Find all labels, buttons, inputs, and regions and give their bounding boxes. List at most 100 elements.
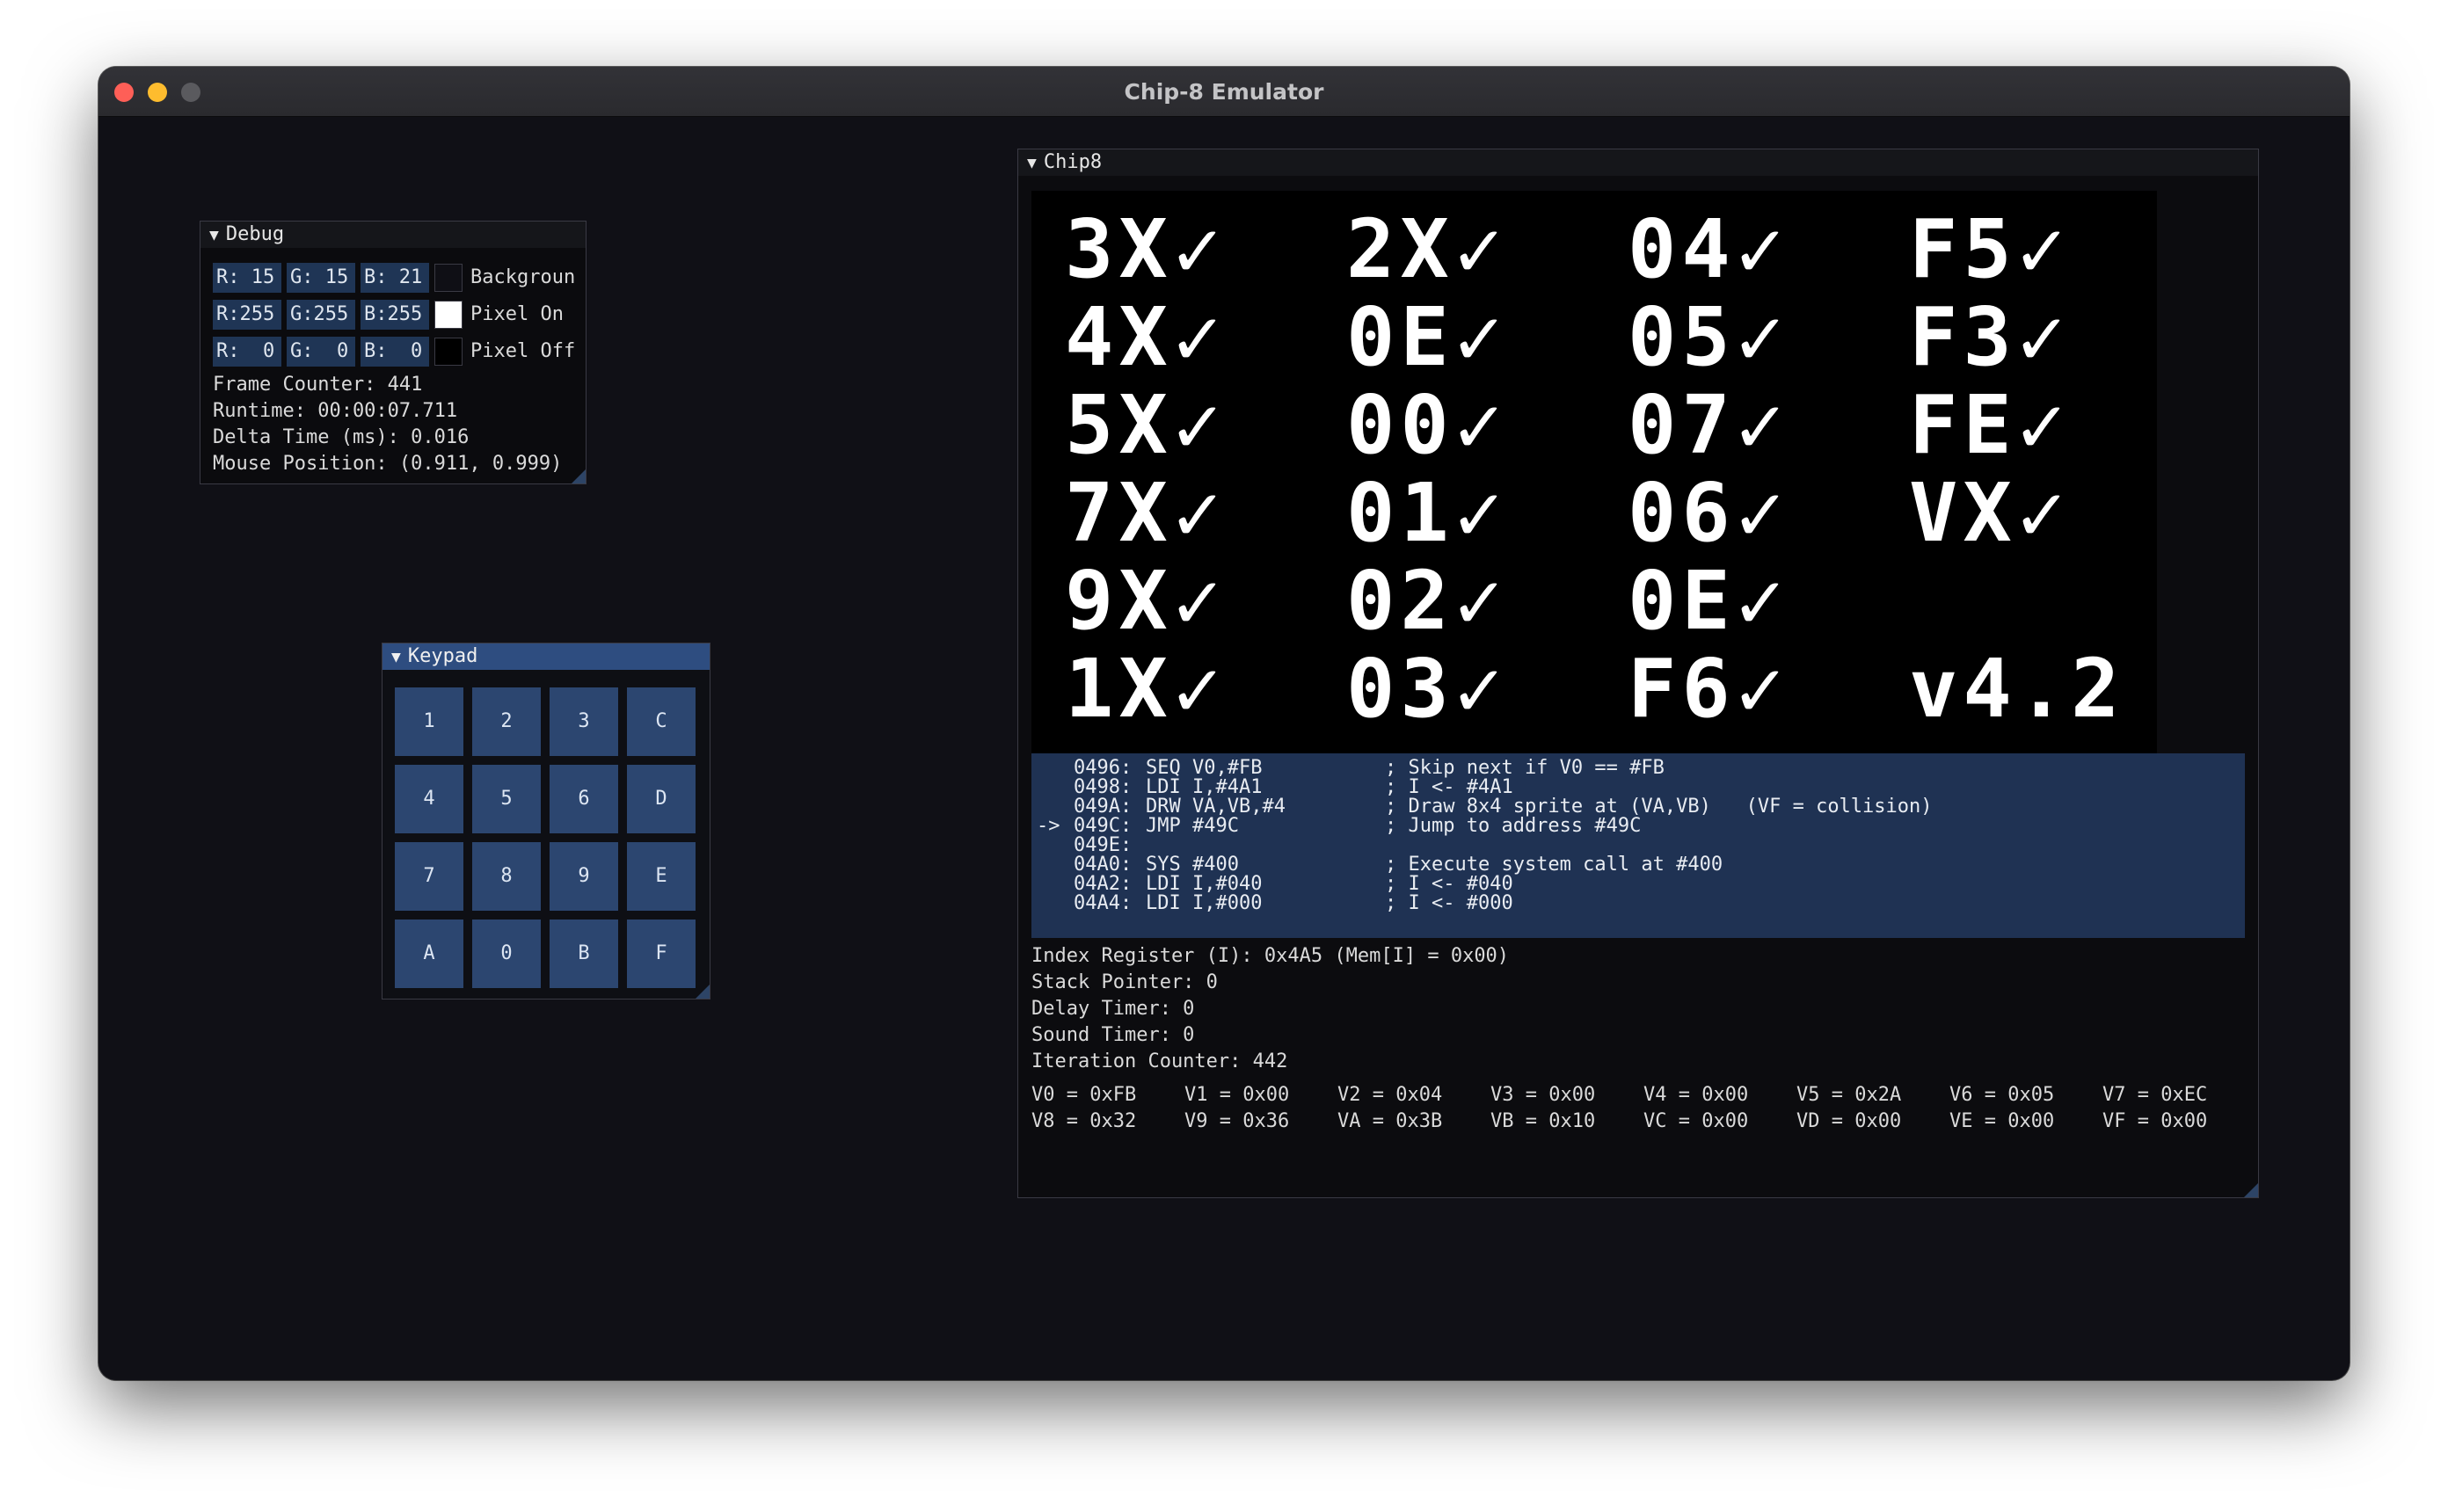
disassembly-pc-marker: -> [1037,815,1060,837]
disassembly-address: 049C: [1074,815,1133,837]
keypad-key-0[interactable]: 0 [472,920,541,988]
debug-panel-header[interactable]: ▼ Debug [200,222,586,248]
keypad-key-a[interactable]: A [395,920,463,988]
iteration-counter: Iteration Counter: 442 [1031,1050,1288,1072]
pixel-off-red-field[interactable]: R: 0 [213,337,281,367]
chip8-display[interactable]: 3X✓ 2X✓ 04✓ F5✓ 4X✓ 0E✓ 05✓ F3✓ 5X✓ 00✓ 07✓ FE✓ 7X✓ 0… [1031,191,2157,753]
pixel-off-blue-field[interactable]: B: 0 [361,337,429,367]
pixel-off-color-swatch[interactable] [434,338,463,366]
display-text: 00✓ [1346,378,1508,472]
debug-resize-grip[interactable] [572,469,586,483]
background-color-label: Backgroun [470,266,576,288]
display-text: 01✓ [1346,466,1508,560]
disassembly-address: 04A0: [1074,854,1133,876]
background-blue-field[interactable]: B: 21 [361,263,429,293]
chip8-panel-header[interactable]: ▼ Chip8 [1018,149,2258,176]
keypad-key-d[interactable]: D [627,765,696,833]
keypad-key-3[interactable]: 3 [550,687,618,756]
disassembly-instruction: DRW VA,VB,#4 [1146,796,1286,818]
disassembly-address: 049A: [1074,796,1133,818]
keypad-key-2[interactable]: 2 [472,687,541,756]
disassembly-comment: ; I <- #040 [1385,873,1513,895]
collapse-arrow-icon[interactable]: ▼ [1027,154,1037,172]
keypad-panel: ▼ Keypad 123C 456D 789E A0BF [382,643,710,1000]
delay-timer: Delay Timer: 0 [1031,998,1195,1020]
collapse-arrow-icon[interactable]: ▼ [391,648,401,666]
register-vd: VD = 0x00 [1796,1110,1902,1132]
background-red-field[interactable]: R: 15 [213,263,281,293]
pixel-on-green-field[interactable]: G:255 [287,300,355,330]
display-text: F3✓ [1909,290,2071,384]
disassembly-instruction: LDI I,#4A1 [1146,776,1263,798]
disassembly-address: 049E: [1074,834,1133,856]
display-text: 0E✓ [1628,554,1789,648]
display-text: 06✓ [1628,466,1789,560]
disassembly-instruction: LDI I,#000 [1146,892,1263,914]
display-text: 04✓ [1628,202,1789,296]
display-text: 05✓ [1628,290,1789,384]
index-register: Index Register (I): 0x4A5 (Mem[I] = 0x00… [1031,945,1510,967]
keypad-key-f[interactable]: F [627,920,696,988]
keypad-key-9[interactable]: 9 [550,842,618,911]
keypad-key-8[interactable]: 8 [472,842,541,911]
delta-time: Delta Time (ms): 0.016 [213,426,470,448]
pixel-on-blue-field[interactable]: B:255 [361,300,429,330]
pixel-on-color-label: Pixel On [470,303,564,325]
keypad-resize-grip[interactable] [696,985,710,999]
frame-counter: Frame Counter: 441 [213,374,423,396]
display-text: 02✓ [1346,554,1508,648]
disassembly-instruction: SYS #400 [1146,854,1239,876]
keypad-panel-title: Keypad [407,645,478,667]
register-va: VA = 0x3B [1337,1110,1443,1132]
display-text: 3X✓ [1065,202,1227,296]
register-v0: V0 = 0xFB [1031,1084,1137,1106]
register-v3: V3 = 0x00 [1490,1084,1596,1106]
pixel-on-color-swatch[interactable] [434,301,463,329]
disassembly-view: 0496: SEQ V0,#FB ; Skip next if V0 == #FB 0… [1031,753,2245,938]
display-text: 03✓ [1346,642,1508,736]
disassembly-address: 0496: [1074,757,1133,779]
debug-panel-title: Debug [225,223,285,245]
display-text: 5X✓ [1065,378,1227,472]
pixel-off-green-field[interactable]: G: 0 [287,337,355,367]
keypad-key-c[interactable]: C [627,687,696,756]
display-text: F5✓ [1909,202,2071,296]
register-v1: V1 = 0x00 [1184,1084,1290,1106]
display-text: VX✓ [1909,466,2071,560]
debug-panel: ▼ Debug R: 15 G: 15 B: 21 Backgroun R:255… [200,221,586,484]
keypad-key-6[interactable]: 6 [550,765,618,833]
disassembly-instruction: LDI I,#040 [1146,873,1263,895]
display-text: 9X✓ [1065,554,1227,648]
disassembly-address: 04A4: [1074,892,1133,914]
display-text: F6✓ [1628,642,1789,736]
pixel-on-red-field[interactable]: R:255 [213,300,281,330]
sound-timer: Sound Timer: 0 [1031,1024,1195,1046]
keypad-key-1[interactable]: 1 [395,687,463,756]
register-vc: VC = 0x00 [1643,1110,1749,1132]
keypad-key-e[interactable]: E [627,842,696,911]
disassembly-instruction: JMP #49C [1146,815,1239,837]
display-text: 07✓ [1628,378,1789,472]
keypad-key-4[interactable]: 4 [395,765,463,833]
chip8-panel: ▼ Chip8 3X✓ 2X✓ 04✓ F5✓ 4X✓ 0E✓ 05✓ F3✓ 5X✓ 00✓ 07✓… [1017,149,2259,1198]
keypad-key-5[interactable]: 5 [472,765,541,833]
background-green-field[interactable]: G: 15 [287,263,355,293]
register-v8: V8 = 0x32 [1031,1110,1137,1132]
emulator-window: Chip-8 Emulator ▼ Debug R: 15 G: 15 B: 21… [98,67,2350,1380]
chip8-panel-title: Chip8 [1043,151,1103,173]
keypad-key-b[interactable]: B [550,920,618,988]
disassembly-comment: ; Skip next if V0 == #FB [1385,757,1665,779]
chip8-resize-grip[interactable] [2244,1183,2258,1197]
display-text: 0E✓ [1346,290,1508,384]
disassembly-comment: ; Jump to address #49C [1385,815,1642,837]
register-v5: V5 = 0x2A [1796,1084,1902,1106]
background-color-swatch[interactable] [434,264,463,292]
collapse-arrow-icon[interactable]: ▼ [209,226,219,244]
stack-pointer: Stack Pointer: 0 [1031,971,1218,993]
disassembly-comment: ; I <- #000 [1385,892,1513,914]
keypad-panel-header[interactable]: ▼ Keypad [382,643,710,670]
disassembly-instruction: SEQ V0,#FB [1146,757,1263,779]
keypad-key-7[interactable]: 7 [395,842,463,911]
register-vb: VB = 0x10 [1490,1110,1596,1132]
runtime: Runtime: 00:00:07.711 [213,400,458,422]
